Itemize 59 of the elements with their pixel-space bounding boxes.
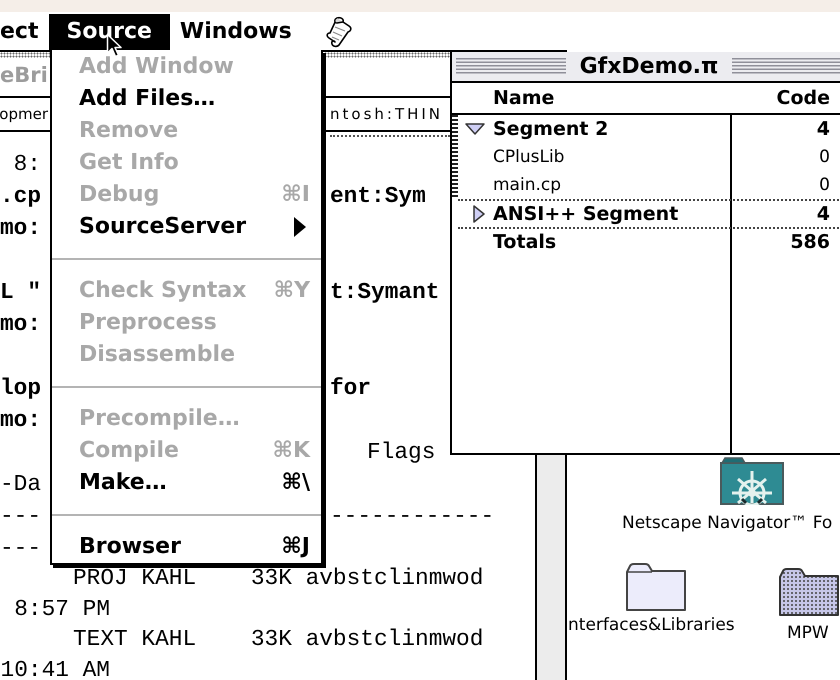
menu-item[interactable]: SourceServer bbox=[52, 211, 321, 243]
column-header[interactable]: Code bbox=[776, 87, 830, 109]
listing-text: ent:Sym bbox=[330, 187, 426, 205]
file-name[interactable]: main.cp bbox=[493, 174, 562, 196]
scrollbar-track[interactable] bbox=[535, 455, 567, 680]
shortcut-label: ⌘Y bbox=[274, 278, 310, 304]
column-heading: Flags bbox=[367, 443, 436, 461]
code-value: 4 bbox=[816, 118, 830, 140]
listing-text: L " bbox=[0, 283, 42, 301]
paper-scroll-icon[interactable] bbox=[324, 16, 353, 48]
icon-label: nterfaces&Libraries bbox=[568, 615, 735, 635]
listing-text: t:Symant bbox=[330, 283, 440, 301]
menu-item[interactable]: Browser ⌘J bbox=[52, 531, 321, 563]
disclosure-triangle-icon[interactable] bbox=[473, 205, 485, 223]
submenu-arrow-icon bbox=[294, 217, 306, 237]
listing-text: 8:57 PM bbox=[14, 600, 110, 618]
menu-item[interactable]: Add Files… bbox=[52, 83, 321, 115]
listing-text: lop bbox=[0, 379, 42, 397]
listing-text: mo: bbox=[0, 219, 42, 237]
folder-icon[interactable] bbox=[625, 562, 687, 612]
scroll-thumb[interactable] bbox=[452, 115, 458, 197]
code-value: 0 bbox=[819, 174, 830, 196]
code-value: 0 bbox=[819, 146, 830, 168]
totals-label: Totals bbox=[493, 231, 556, 253]
window-title: eBri bbox=[0, 62, 48, 89]
icon-label: Netscape Navigator™ Fo bbox=[622, 513, 832, 533]
listing-text: ------------ bbox=[330, 507, 494, 525]
listing-text: 10:41 AM bbox=[0, 660, 110, 679]
menu-item[interactable]: Make… ⌘\ bbox=[52, 467, 321, 499]
path-text: opmer bbox=[0, 104, 48, 124]
shortcut-label: ⌘K bbox=[272, 438, 310, 464]
segment-name[interactable]: Segment 2 bbox=[493, 118, 608, 140]
icon-label: MPW bbox=[787, 623, 829, 643]
listing-text: for bbox=[330, 379, 372, 397]
code-value: 4 bbox=[816, 203, 830, 225]
menu-title[interactable]: Source bbox=[49, 14, 170, 50]
menu-title[interactable]: Windows bbox=[170, 14, 310, 50]
path-text: ntosh:THIN bbox=[330, 104, 444, 124]
totals-value: 586 bbox=[790, 231, 830, 253]
listing-text: --- bbox=[0, 507, 42, 525]
shortcut-label: ⌘I bbox=[281, 182, 310, 208]
window-title: GfxDemo.π bbox=[578, 54, 720, 80]
listing-text: mo: bbox=[0, 411, 42, 429]
listing-text: TEXT KAHL 33K avbstclinmwod bbox=[73, 630, 484, 648]
column-header[interactable]: Name bbox=[452, 87, 554, 109]
disclosure-triangle-icon[interactable] bbox=[465, 123, 485, 135]
menu-title[interactable]: ect bbox=[0, 14, 50, 50]
segment-name[interactable]: ANSI++ Segment bbox=[493, 203, 678, 225]
file-name[interactable]: CPlusLib bbox=[493, 146, 564, 168]
listing-text: .cp bbox=[0, 187, 42, 205]
listing-text: PROJ KAHL 33K avbstclinmwod bbox=[73, 569, 484, 588]
shortcut-label: ⌘\ bbox=[282, 470, 310, 496]
ship-wheel-folder-icon[interactable] bbox=[720, 457, 784, 505]
listing-text: -Da bbox=[0, 475, 42, 493]
dotted-folder-icon[interactable] bbox=[778, 567, 840, 617]
shortcut-label: ⌘J bbox=[281, 534, 310, 560]
listing-text: mo: bbox=[0, 315, 42, 333]
listing-text: --- bbox=[0, 539, 42, 557]
listing-text: 8: bbox=[14, 155, 41, 173]
